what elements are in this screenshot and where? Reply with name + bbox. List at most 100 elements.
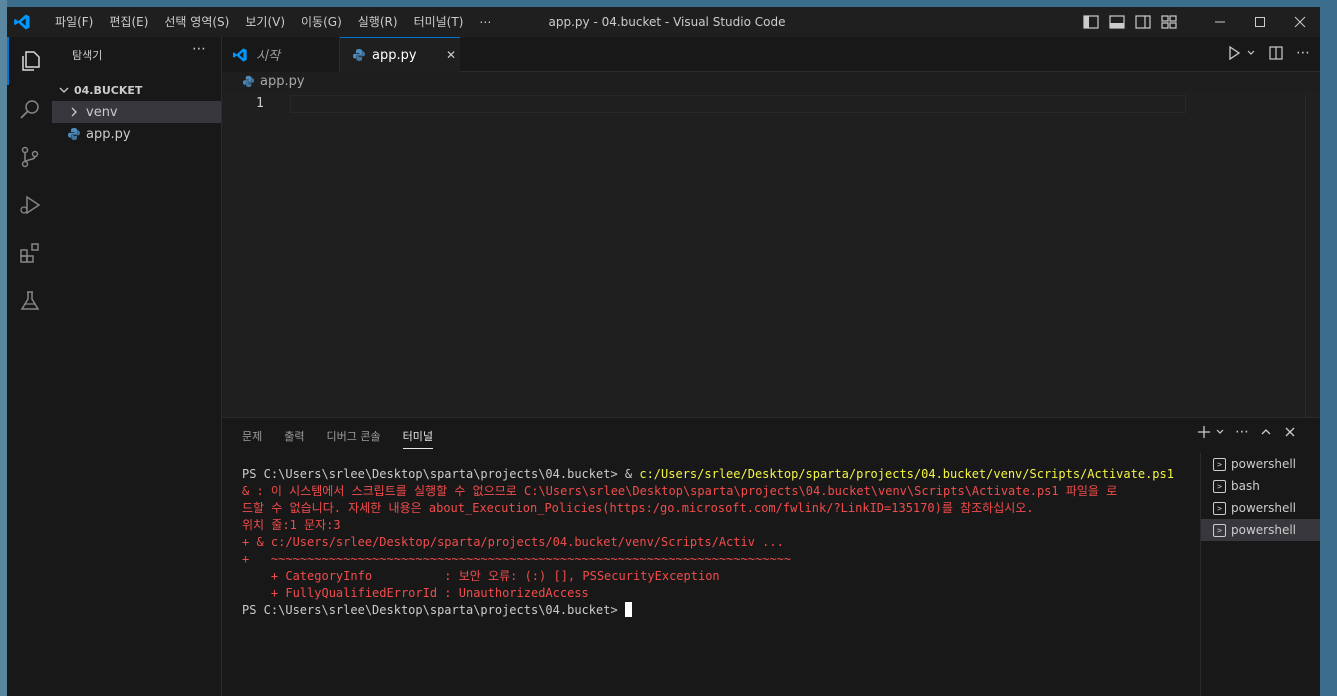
menu-selection[interactable]: 선택 영역(S) xyxy=(156,7,237,37)
extensions-button[interactable] xyxy=(7,229,52,277)
terminal-item-label: powershell xyxy=(1231,457,1296,471)
tab-welcome[interactable]: 시작 xyxy=(222,37,340,72)
menu-view[interactable]: 보기(V) xyxy=(237,7,293,37)
workspace-folder-label: 04.BUCKET xyxy=(74,83,143,97)
run-debug-button[interactable] xyxy=(7,181,52,229)
more-actions-icon[interactable]: ⋯ xyxy=(1235,424,1249,440)
vscode-window: 파일(F) 편집(E) 선택 영역(S) 보기(V) 이동(G) 실행(R) 터… xyxy=(7,7,1320,696)
python-icon xyxy=(68,128,80,140)
activity-bar xyxy=(7,37,52,696)
terminal-icon: > xyxy=(1213,479,1226,493)
window-title: app.py - 04.bucket - Visual Studio Code xyxy=(548,15,786,29)
terminal-cursor xyxy=(624,602,632,617)
terminal-item-bash[interactable]: > bash xyxy=(1201,475,1320,497)
flask-icon xyxy=(20,291,39,310)
terminal-error-line: 드할 수 없습니다. 자세한 내용은 about_Execution_Polic… xyxy=(242,501,1034,515)
terminal-list: > powershell > bash > powershell > powershel… xyxy=(1200,453,1320,696)
terminal-item-powershell[interactable]: > powershell xyxy=(1201,497,1320,519)
run-python-icon[interactable] xyxy=(1226,45,1242,61)
search-button[interactable] xyxy=(7,85,52,133)
tab-close-button[interactable]: ✕ xyxy=(446,48,456,62)
window-controls xyxy=(1200,7,1320,37)
toggle-secondary-sidebar-icon[interactable] xyxy=(1134,14,1152,30)
explorer-button[interactable] xyxy=(7,37,52,85)
current-line-highlight xyxy=(290,95,1186,113)
tree-item-app-py[interactable]: app.py xyxy=(52,123,221,145)
new-terminal-icon[interactable] xyxy=(1197,425,1211,439)
files-icon xyxy=(21,51,40,71)
toggle-sidebar-icon[interactable] xyxy=(1082,14,1100,30)
title-bar: 파일(F) 편집(E) 선택 영역(S) 보기(V) 이동(G) 실행(R) 터… xyxy=(7,7,1320,37)
editor-scrollbar[interactable] xyxy=(1305,95,1306,417)
vscode-logo-icon xyxy=(14,14,30,30)
tree-item-venv[interactable]: venv xyxy=(52,101,221,123)
terminal-item-powershell[interactable]: > powershell xyxy=(1201,453,1320,475)
terminal-item-label: powershell xyxy=(1231,523,1296,537)
code-editor[interactable]: 1 xyxy=(222,92,1320,417)
search-icon xyxy=(19,100,39,119)
breadcrumb: app.py xyxy=(242,74,305,89)
extensions-icon xyxy=(19,243,39,263)
desktop-background xyxy=(0,0,7,696)
maximize-icon xyxy=(1255,17,1265,27)
terminal-prompt: PS C:\Users\srlee\Desktop\sparta\project… xyxy=(242,603,625,617)
editor-actions: ⋯ xyxy=(1226,45,1310,61)
minimize-button[interactable] xyxy=(1200,7,1240,37)
tab-terminal[interactable]: 터미널 xyxy=(402,428,433,449)
terminal-icon: > xyxy=(1213,523,1226,537)
explorer-title: 탐색기 xyxy=(72,49,103,62)
maximize-panel-icon[interactable] xyxy=(1259,425,1273,439)
tab-debug-console[interactable]: 디버그 콘솔 xyxy=(327,428,381,449)
terminal-icon: > xyxy=(1213,457,1226,471)
explorer-sidebar: 탐색기 ⋯ 04.BUCKET venv app.py xyxy=(52,37,222,696)
terminal-command: c:/Users/srlee/Desktop/sparta/projects/0… xyxy=(639,467,1174,481)
layout-controls xyxy=(1082,14,1178,30)
terminal-output[interactable]: PS C:\Users\srlee\Desktop\sparta\project… xyxy=(242,466,1192,619)
panel-actions: ⋯ xyxy=(1197,424,1297,440)
menu-edit[interactable]: 편집(E) xyxy=(101,7,156,37)
split-editor-icon[interactable] xyxy=(1268,45,1284,61)
close-panel-icon[interactable] xyxy=(1283,425,1297,439)
source-control-button[interactable] xyxy=(7,133,52,181)
terminal-error-line: + FullyQualifiedErrorId : UnauthorizedAc… xyxy=(242,586,589,600)
customize-layout-icon[interactable] xyxy=(1160,14,1178,30)
minimize-icon xyxy=(1215,21,1225,23)
terminal-item-label: bash xyxy=(1231,479,1260,493)
tab-problems[interactable]: 문제 xyxy=(242,428,262,449)
terminal-error-line: 위치 줄:1 문자:3 xyxy=(242,518,341,532)
source-control-icon xyxy=(21,146,38,168)
python-icon xyxy=(242,75,255,88)
line-number: 1 xyxy=(256,96,264,111)
close-window-button[interactable] xyxy=(1280,7,1320,37)
menu-bar: 파일(F) 편집(E) 선택 영역(S) 보기(V) 이동(G) 실행(R) 터… xyxy=(47,7,499,37)
tree-item-label: app.py xyxy=(86,126,131,142)
chevron-down-icon[interactable] xyxy=(1215,425,1225,439)
editor-tabs: 시작 app.py ✕ ⋯ xyxy=(222,37,1320,72)
terminal-item-label: powershell xyxy=(1231,501,1296,515)
menu-run[interactable]: 실행(R) xyxy=(350,7,406,37)
chevron-down-icon[interactable] xyxy=(1246,45,1256,61)
menu-terminal[interactable]: 터미널(T) xyxy=(406,7,472,37)
maximize-button[interactable] xyxy=(1240,7,1280,37)
breadcrumb-file[interactable]: app.py xyxy=(260,74,305,89)
tree-item-label: venv xyxy=(86,104,118,120)
terminal-error-line: + & c:/Users/srlee/Desktop/sparta/projec… xyxy=(242,535,784,549)
workspace-folder[interactable]: 04.BUCKET xyxy=(52,79,221,101)
more-actions-icon[interactable]: ⋯ xyxy=(1296,45,1310,61)
menu-file[interactable]: 파일(F) xyxy=(47,7,101,37)
vscode-icon xyxy=(233,47,247,62)
tab-output[interactable]: 출력 xyxy=(284,428,304,449)
terminal-item-powershell-active[interactable]: > powershell xyxy=(1201,519,1320,541)
tab-app-py[interactable]: app.py ✕ xyxy=(340,37,460,72)
toggle-panel-icon[interactable] xyxy=(1108,14,1126,30)
terminal-error-line: + CategoryInfo : 보안 오류: (:) [], PSSecuri… xyxy=(242,569,720,583)
python-icon xyxy=(353,49,365,61)
terminal-prompt: PS C:\Users\srlee\Desktop\sparta\project… xyxy=(242,467,640,481)
testing-button[interactable] xyxy=(7,277,52,325)
explorer-more-button[interactable]: ⋯ xyxy=(192,41,207,57)
run-debug-icon xyxy=(19,195,40,215)
terminal-error-line: + ~~~~~~~~~~~~~~~~~~~~~~~~~~~~~~~~~~~~~~… xyxy=(242,552,792,566)
terminal-error-line: & : 이 시스템에서 스크립트를 실행할 수 없으므로 C:\Users\sr… xyxy=(242,484,1118,498)
tab-label: app.py xyxy=(372,47,417,63)
menu-go[interactable]: 이동(G) xyxy=(293,7,350,37)
